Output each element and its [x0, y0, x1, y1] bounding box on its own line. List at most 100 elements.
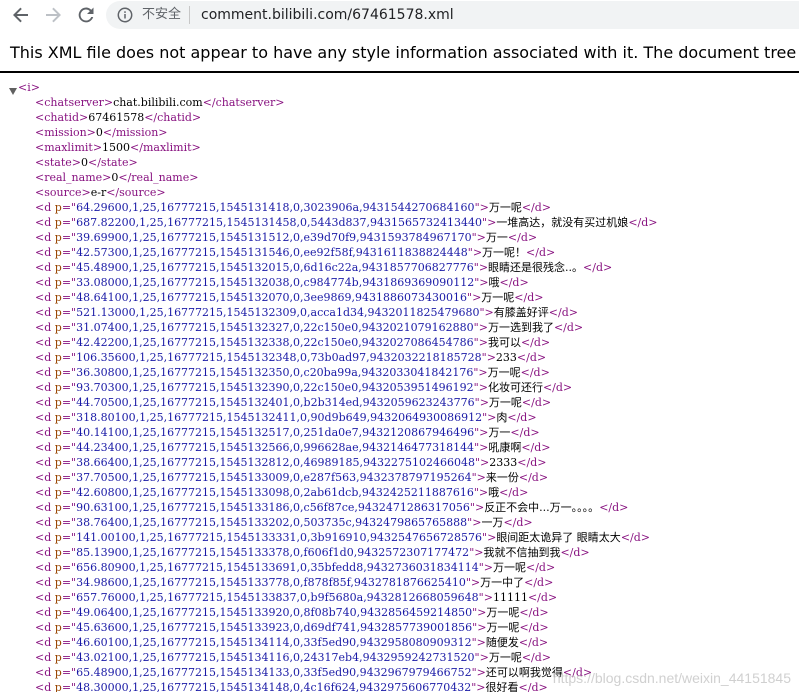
attr-value: 43.02100,1,25,16777215,1545134116,0,2431…	[76, 651, 475, 664]
url-text[interactable]: comment.bilibili.com/67461578.xml	[201, 6, 454, 24]
danmaku-row: <d p="46.60100,1,25,16777215,1545134114,…	[35, 635, 548, 650]
danmaku-text: 吼康啊	[488, 441, 522, 454]
attr-value: 38.76400,1,25,16777215,1545133202,0,5037…	[76, 516, 468, 529]
field-value: 1500	[102, 141, 131, 154]
attr-name: p	[54, 291, 62, 304]
xml-field-source: <source>e-r</source>	[35, 185, 166, 200]
attr-value: 40.14100,1,25,16777215,1545132517,0,251d…	[76, 426, 475, 439]
open-tag: <d	[35, 486, 55, 499]
attr-quote: ="	[61, 441, 77, 454]
attr-name: p	[54, 471, 62, 484]
danmaku-row: <d p="38.66400,1,25,16777215,1545132812,…	[35, 455, 546, 470]
close-tag: </d>	[518, 636, 549, 649]
close-tag: </mission>	[102, 126, 168, 139]
reload-icon	[78, 7, 94, 23]
reload-button[interactable]	[75, 4, 97, 26]
attr-quote: ">	[473, 261, 489, 274]
attr-quote: ="	[61, 516, 77, 529]
attr-quote: ">	[465, 576, 481, 589]
xml-field-real_name: <real_name>0</real_name>	[35, 170, 198, 185]
arrow-left-icon	[13, 7, 28, 23]
attr-quote: ="	[61, 621, 77, 634]
danmaku-text: 化妆可还行	[487, 381, 543, 394]
attr-quote: ="	[61, 501, 77, 514]
attr-value: 45.48900,1,25,16777215,1545132015,0,6d16…	[76, 261, 474, 274]
open-tag: <d	[35, 531, 55, 544]
attr-name: p	[54, 396, 62, 409]
field-value: chat.bilibili.com	[113, 96, 203, 109]
open-tag: <d	[35, 216, 55, 229]
attr-quote: ="	[61, 531, 77, 544]
danmaku-text: 哦	[488, 486, 500, 499]
close-tag: </d>	[553, 321, 584, 334]
open-tag: <d	[35, 276, 55, 289]
address-bar[interactable]: 不安全 comment.bilibili.com/67461578.xml	[106, 1, 799, 29]
close-tag: </d>	[526, 246, 556, 259]
collapse-triangle-icon[interactable]	[9, 88, 17, 95]
close-tag: </d>	[548, 306, 578, 319]
attr-name: p	[54, 411, 62, 424]
attr-quote: ">	[482, 531, 497, 544]
danmaku-row: <d p="141.00100,1,25,16777215,1545133331…	[35, 530, 650, 545]
xml-root-open-tag: <i>	[18, 81, 40, 94]
attr-name: p	[54, 591, 62, 604]
attr-quote: ">	[479, 306, 494, 319]
danmaku-row: <d p="43.02100,1,25,16777215,1545134116,…	[35, 650, 551, 665]
close-tag: </d>	[518, 471, 549, 484]
danmaku-row: <d p="657.76000,1,25,16777215,1545133837…	[35, 590, 557, 605]
danmaku-row: <d p="106.35600,1,25,16777215,1545132348…	[35, 350, 546, 365]
security-label[interactable]: 不安全	[142, 7, 181, 23]
open-tag: <d	[35, 396, 55, 409]
close-tag: </source>	[106, 186, 166, 199]
open-tag: <d	[35, 246, 55, 259]
close-tag: </d>	[527, 591, 558, 604]
open-tag: <d	[35, 261, 55, 274]
attr-name: p	[54, 531, 62, 544]
danmaku-text: 一万	[481, 516, 504, 529]
open-tag: <d	[35, 516, 55, 529]
info-icon[interactable]	[117, 7, 133, 23]
close-tag: </d>	[599, 501, 629, 514]
danmaku-row: <d p="318.80100,1,25,16777215,1545132411…	[35, 410, 537, 425]
open-tag: <d	[35, 366, 55, 379]
attr-quote: ="	[61, 666, 77, 679]
attr-value: 141.00100,1,25,16777215,1545133331,0,3b9…	[76, 531, 483, 544]
close-tag: </d>	[520, 336, 551, 349]
close-tag: </d>	[521, 651, 552, 664]
close-tag: </maxlimit>	[130, 141, 201, 154]
attr-quote: ="	[61, 396, 77, 409]
attr-quote: ">	[474, 396, 489, 409]
close-tag: </d>	[507, 231, 538, 244]
open-tag: <d	[35, 321, 55, 334]
danmaku-row: <d p="45.48900,1,25,16777215,1545132015,…	[35, 260, 612, 275]
attr-quote: ="	[61, 426, 77, 439]
attr-name: p	[54, 351, 62, 364]
attr-name: p	[54, 201, 62, 214]
danmaku-text: 肉	[496, 411, 508, 424]
open-tag: <d	[35, 381, 55, 394]
attr-value: 65.48900,1,25,16777215,1545134133,0,33f5…	[76, 666, 472, 679]
close-tag: </d>	[628, 216, 658, 229]
danmaku-row: <d p="38.76400,1,25,16777215,1545133202,…	[35, 515, 533, 530]
omnibox-divider	[189, 6, 190, 24]
danmaku-row: <d p="39.69900,1,25,16777215,1545131512,…	[35, 230, 537, 245]
close-tag: </d>	[519, 621, 549, 634]
close-tag: </d>	[583, 261, 613, 274]
open-tag: <d	[35, 426, 55, 439]
attr-quote: ="	[61, 381, 77, 394]
attr-name: p	[54, 261, 62, 274]
attr-name: p	[54, 441, 62, 454]
close-tag: </d>	[499, 276, 529, 289]
back-button[interactable]	[10, 4, 32, 26]
xml-field-chatserver: <chatserver>chat.bilibili.com</chatserve…	[35, 95, 284, 110]
danmaku-row: <d p="64.29600,1,25,16777215,1545131418,…	[35, 200, 551, 215]
attr-name: p	[54, 426, 62, 439]
open-tag: <d	[35, 456, 55, 469]
forward-button[interactable]	[42, 4, 64, 26]
danmaku-text: 万一呢	[486, 606, 520, 619]
attr-quote: ">	[471, 681, 486, 692]
arrow-right-icon	[46, 7, 61, 23]
danmaku-row: <d p="656.80900,1,25,16777215,1545133691…	[35, 560, 555, 575]
attr-quote: ">	[471, 471, 486, 484]
danmaku-row: <d p="42.60800,1,25,16777215,1545133098,…	[35, 485, 528, 500]
